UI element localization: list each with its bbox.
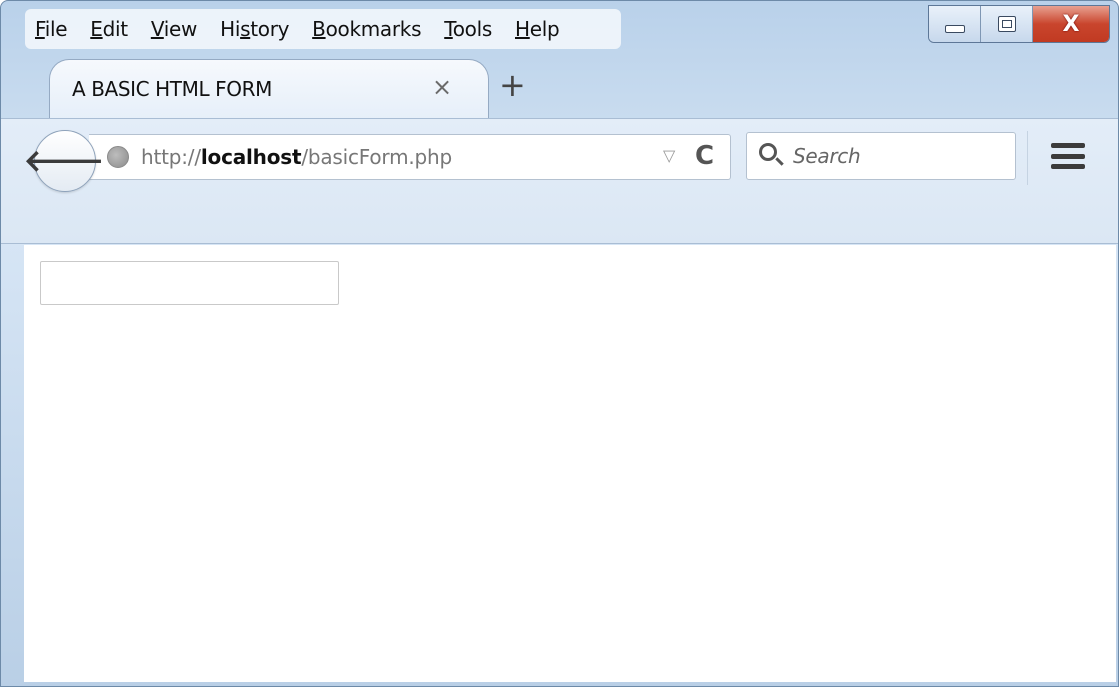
menu-edit[interactable]: Edit: [90, 17, 128, 41]
maximize-icon: [997, 16, 1016, 32]
tab-title: A BASIC HTML FORM: [72, 77, 272, 101]
url-dropdown-icon[interactable]: ▽: [663, 146, 675, 165]
text-input-field[interactable]: [40, 261, 339, 305]
url-bar[interactable]: http://localhost/basicForm.php ▽ C: [89, 134, 731, 180]
menu-history[interactable]: History: [220, 17, 289, 41]
globe-icon: [107, 146, 129, 168]
url-text: http://localhost/basicForm.php: [141, 145, 452, 169]
new-tab-button[interactable]: +: [499, 69, 526, 101]
menu-help[interactable]: Help: [515, 17, 560, 41]
menu-tools[interactable]: Tools: [444, 17, 492, 41]
menu-bookmarks[interactable]: Bookmarks: [312, 17, 421, 41]
tab-active[interactable]: A BASIC HTML FORM ×: [49, 59, 489, 119]
menu-file[interactable]: File: [35, 17, 68, 41]
back-arrow-icon: 🡐: [23, 144, 105, 179]
back-button[interactable]: 🡐: [24, 130, 104, 192]
hamburger-menu-icon[interactable]: [1051, 143, 1085, 169]
menu-bar: File Edit View History Bookmarks Tools H…: [25, 9, 621, 49]
browser-window: File Edit View History Bookmarks Tools H…: [0, 0, 1119, 687]
close-icon: X: [1062, 11, 1080, 37]
toolbar-separator: [1027, 131, 1028, 185]
close-window-button[interactable]: X: [1033, 6, 1109, 42]
tab-close-icon[interactable]: ×: [432, 73, 452, 101]
reload-icon[interactable]: C: [695, 141, 714, 171]
search-icon: [759, 143, 777, 161]
search-placeholder: Search: [793, 144, 861, 168]
minimize-button[interactable]: [929, 6, 981, 42]
menu-view[interactable]: View: [151, 17, 198, 41]
page-content: [24, 245, 1116, 682]
maximize-button[interactable]: [981, 6, 1033, 42]
search-bar[interactable]: Search: [746, 132, 1016, 180]
window-controls: X: [928, 5, 1110, 43]
minimize-icon: [944, 25, 965, 33]
